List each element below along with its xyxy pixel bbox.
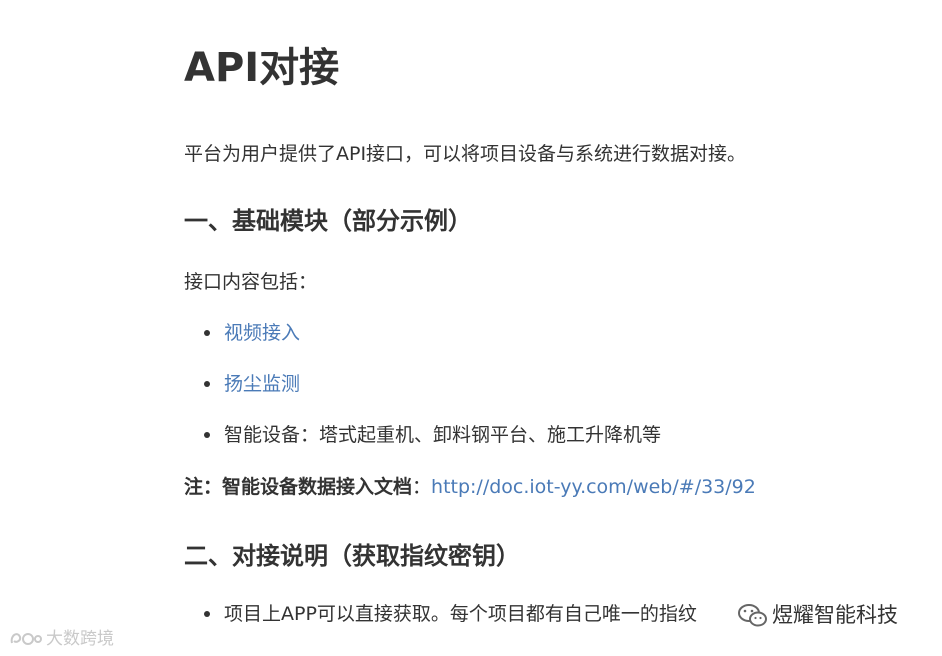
integration-note-text: 项目上APP可以直接获取。每个项目都有自己唯一的指纹 (224, 603, 697, 625)
section-heading-integration: 二、对接说明（获取指纹密钥） (184, 542, 520, 570)
note-paragraph: 注：智能设备数据接入文档：http://doc.iot-yy.com/web/#… (184, 473, 756, 501)
page-title: API对接 (184, 45, 340, 91)
bullet-icon (204, 611, 210, 617)
bullet-icon (204, 330, 210, 336)
watermark-left: 大数跨境 (8, 624, 114, 649)
watermark-right: 煜耀智能科技 (738, 598, 898, 632)
dust-monitoring-link[interactable]: 扬尘监测 (224, 370, 300, 398)
watermark-right-text: 煜耀智能科技 (772, 603, 898, 627)
smart-devices-text: 智能设备：塔式起重机、卸料钢平台、施工升降机等 (224, 424, 662, 446)
doc-link[interactable]: http://doc.iot-yy.com/web/#/33/92 (431, 476, 756, 498)
wechat-icon (738, 604, 767, 627)
bullet-icon (204, 381, 210, 387)
watermark-left-text: 大数跨境 (46, 629, 114, 649)
bullet-icon (204, 432, 210, 438)
video-access-link[interactable]: 视频接入 (224, 319, 300, 347)
note-separator: ： (412, 476, 432, 498)
intro-paragraph: 平台为用户提供了API接口，可以将项目设备与系统进行数据对接。 (184, 143, 747, 165)
watermark-logo-icon (10, 633, 42, 645)
note-label: 注：智能设备数据接入文档 (184, 476, 413, 498)
section-heading-basic-modules: 一、基础模块（部分示例） (184, 207, 472, 235)
interface-content-label: 接口内容包括： (184, 271, 318, 293)
document-page: API对接 平台为用户提供了API接口，可以将项目设备与系统进行数据对接。 一、… (0, 0, 942, 656)
